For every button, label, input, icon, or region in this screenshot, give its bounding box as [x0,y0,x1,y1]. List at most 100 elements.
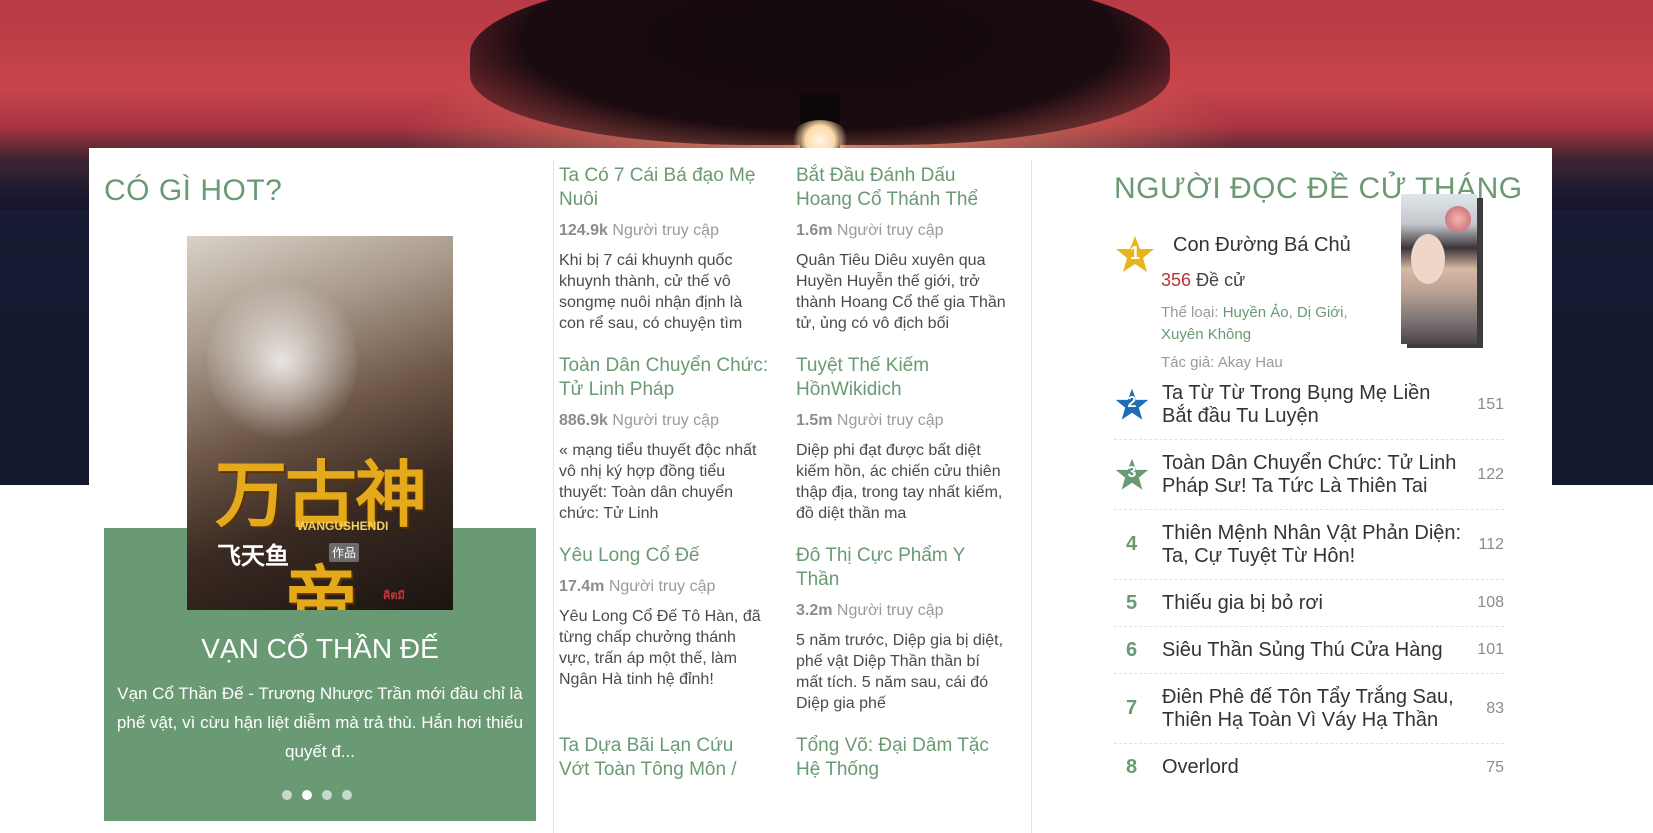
top1-entry: 1 Con Đường Bá Chủ 356 Đề cử Thể loại: H… [1114,194,1504,371]
ranking-book-title[interactable]: Overlord [1162,756,1462,779]
votes-label: Đề cử [1196,270,1246,290]
views-label: Người truy cập [836,412,944,429]
carousel-dot[interactable] [282,790,292,800]
book-item: Tổng Võ: Đại Dâm Tặc Hệ Thống [796,734,1006,782]
rank-number: 6 [1126,638,1138,661]
book-description: Khi bị 7 cái khuynh quốc khuynh thành, c… [559,252,743,332]
book-description: 5 năm trước, Diệp gia bị diệt, phế vật D… [796,632,1004,712]
ranking-book-title[interactable]: Ta Từ Từ Trong Bụng Mẹ Liền Bắt đầu Tu L… [1162,382,1462,428]
top1-book-title[interactable]: Con Đường Bá Chủ [1173,234,1351,257]
book-views: 886.9k Người truy cập [559,412,769,430]
book-description: « mạng tiểu thuyết độc nhất vô nhị ký hợ… [559,442,757,522]
book-title-link[interactable]: Tổng Võ: Đại Dâm Tặc Hệ Thống [796,734,1006,782]
views-count: 886.9k [559,412,608,429]
views-count: 1.6m [796,222,833,239]
book-title-link[interactable]: Ta Dựa Bãi Lạn Cứu Vớt Toàn Tông Môn / [559,734,769,782]
book-item: Bắt Đầu Đánh Dấu Hoang Cổ Thánh Thể 1.6m… [796,164,1006,334]
genre-link[interactable]: Xuyên Không [1161,326,1251,343]
book-description: Yêu Long Cổ Đế Tô Hàn, đã từng chấp chưở… [559,608,761,688]
book-item: Ta Có 7 Cái Bá đạo Mẹ Nuôi 124.9k Người … [559,164,769,334]
ranking-row[interactable]: 2 Ta Từ Từ Trong Bụng Mẹ Liền Bắt đầu Tu… [1114,370,1504,440]
book-title-link[interactable]: Tuyệt Thế Kiếm HồnWikidich [796,354,1006,402]
views-label: Người truy cập [608,578,716,595]
rank-star-icon: 1 [1114,234,1156,276]
book-description: Diệp phi đạt được bất diệt kiếm hồn, ác … [796,442,1003,522]
book-views: 3.2m Người truy cập [796,602,1006,620]
rank-number: 1 [1129,243,1140,263]
views-label: Người truy cập [836,602,944,619]
top1-genres: Thể loại: Huyền Ảo, Dị Giới, Xuyên Không [1161,304,1348,343]
votes-count: 356 [1161,270,1192,290]
views-count: 1.5m [796,412,833,429]
ranking-row[interactable]: 4 Thiên Mệnh Nhân Vật Phản Diện: Ta, Cự … [1114,510,1504,580]
views-label: Người truy cập [612,222,719,239]
book-item: Yêu Long Cổ Đế 17.4m Người truy cập Yêu … [559,544,769,690]
top1-author: Tác giả: Akay Hau [1161,354,1283,371]
book-item: Tuyệt Thế Kiếm HồnWikidich 1.5m Người tr… [796,354,1006,524]
ranking-row[interactable]: 8 Overlord 75 [1114,744,1504,791]
book-title-link[interactable]: Ta Có 7 Cái Bá đạo Mẹ Nuôi [559,164,769,212]
book-views: 1.5m Người truy cập [796,412,1006,430]
ranking-row[interactable]: 7 Điên Phê đế Tôn Tẩy Trắng Sau, Thiên H… [1114,674,1504,744]
ranking-list: 2 Ta Từ Từ Trong Bụng Mẹ Liền Bắt đầu Tu… [1114,370,1504,791]
popular-books-section: Ta Có 7 Cái Bá đạo Mẹ Nuôi 124.9k Người … [553,148,1084,833]
rank-number: 8 [1126,756,1138,778]
cover-badge: 作品 [329,543,360,562]
column-divider [553,160,554,833]
monthly-ranking-section: NGƯỜI ĐỌC ĐỀ CỬ THÁNG 1 Con Đường Bá Chủ… [1084,148,1552,833]
ranking-row[interactable]: 5 Thiếu gia bị bỏ rơi 108 [1114,580,1504,627]
views-count: 3.2m [796,602,833,619]
book-title-link[interactable]: Bắt Đầu Đánh Dấu Hoang Cổ Thánh Thể [796,164,1006,212]
genre-link[interactable]: Dị Giới [1297,304,1344,321]
ranking-row[interactable]: 6 Siêu Thần Sủng Thú Cửa Hàng 101 [1114,627,1504,674]
ranking-score: 75 [1486,758,1504,776]
hot-section: CÓ GÌ HOT? 万古神帝 WANGUSHENDI 飞天鱼 作品 คิตมี… [89,148,553,833]
author-label: Tác giả: [1161,354,1215,371]
cover-art [1411,234,1445,284]
rank-star-icon: 2 [1114,384,1162,426]
book-description: Quân Tiêu Diêu xuyên qua Huyền Huyễn thế… [796,252,1006,332]
ranking-score: 112 [1478,535,1504,553]
cover-subtitle-text: WANGUSHENDI [297,519,389,533]
ranking-score: 151 [1477,395,1504,413]
hot-book-description: Vạn Cổ Thần Đế - Trương Nhược Trần mới đ… [116,684,524,761]
rank-number: 3 [1127,463,1137,481]
carousel-dot[interactable] [342,790,352,800]
carousel-dot[interactable] [322,790,332,800]
book-item: Toàn Dân Chuyển Chức: Tử Linh Pháp 886.9… [559,354,769,524]
ranking-book-title[interactable]: Siêu Thần Sủng Thú Cửa Hàng [1162,639,1462,662]
ranking-score: 108 [1477,594,1504,611]
top1-book-cover[interactable] [1401,194,1477,344]
hot-section-title: CÓ GÌ HOT? [104,174,283,207]
ranking-book-title[interactable]: Thiên Mệnh Nhân Vật Phản Diện: Ta, Cự Tu… [1162,522,1462,568]
author-name: Akay Hau [1217,354,1283,371]
book-item: Đô Thị Cực Phẩm Y Thần 3.2m Người truy c… [796,544,1006,714]
genre-link[interactable]: Huyền Ảo [1223,304,1289,321]
ranking-score: 101 [1477,641,1504,658]
book-title-link[interactable]: Yêu Long Cổ Đế [559,544,769,568]
rank-number: 2 [1127,393,1137,411]
hot-book-title[interactable]: VẠN CỔ THẦN ĐẾ [104,633,536,665]
top1-votes: 356 Đề cử [1161,270,1245,291]
views-count: 17.4m [559,578,605,595]
book-title-link[interactable]: Toàn Dân Chuyển Chức: Tử Linh Pháp [559,354,769,402]
book-item: Ta Dựa Bãi Lạn Cứu Vớt Toàn Tông Môn / [559,734,769,782]
book-title-link[interactable]: Đô Thị Cực Phẩm Y Thần [796,544,1006,592]
views-count: 124.9k [559,222,608,239]
carousel-dot-active[interactable] [302,790,312,800]
cover-art [1445,206,1471,232]
ranking-book-title[interactable]: Toàn Dân Chuyển Chức: Tử Linh Pháp Sư! T… [1162,452,1462,498]
views-label: Người truy cập [836,222,944,239]
genre-label: Thể loại: [1161,304,1219,321]
carousel-indicators [282,790,382,806]
cover-publisher-logo: คิตมี [383,590,405,602]
hot-book-cover[interactable]: 万古神帝 WANGUSHENDI 飞天鱼 作品 คิตมี [187,236,453,610]
column-divider [1031,160,1032,833]
ranking-book-title[interactable]: Thiếu gia bị bỏ rơi [1162,592,1462,615]
book-views: 124.9k Người truy cập [559,222,769,240]
cover-author-text: 飞天鱼 [217,542,289,570]
rank-number: 7 [1126,697,1138,719]
ranking-row[interactable]: 3 Toàn Dân Chuyển Chức: Tử Linh Pháp Sư!… [1114,440,1504,510]
ranking-book-title[interactable]: Điên Phê đế Tôn Tẩy Trắng Sau, Thiên Hạ … [1162,686,1462,732]
rank-number: 4 [1126,533,1138,555]
